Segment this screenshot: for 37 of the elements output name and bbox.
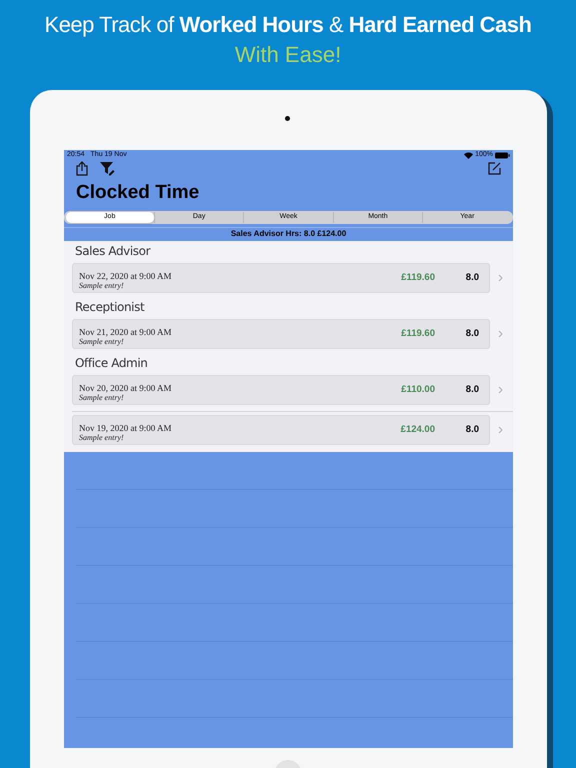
time-entry-row[interactable]: Nov 21, 2020 at 9:00 AM Sample entry! £119.60 8.0 bbox=[72, 319, 490, 349]
entry-hours: 8.0 bbox=[464, 382, 479, 397]
entry-note: Sample entry! bbox=[79, 280, 125, 290]
entry-date: Nov 20, 2020 at 9:00 AM bbox=[79, 382, 173, 392]
time-entry-row[interactable]: Nov 22, 2020 at 9:00 AM Sample entry! £119.60 8.0 bbox=[72, 263, 490, 293]
chevron-icon bbox=[498, 386, 503, 394]
share-icon[interactable] bbox=[76, 160, 88, 176]
time-entry-row[interactable]: Nov 19, 2020 at 9:00 AM Sample entry! £124.00 8.0 bbox=[72, 415, 490, 445]
chevron-icon bbox=[498, 274, 503, 282]
entry-hours: 8.0 bbox=[464, 326, 479, 341]
wifi-icon bbox=[464, 152, 474, 159]
filter-icon[interactable] bbox=[100, 160, 115, 176]
entry-hours: 8.0 bbox=[464, 270, 479, 285]
entry-date: Nov 21, 2020 at 9:00 AM bbox=[79, 326, 173, 336]
compose-icon[interactable] bbox=[488, 162, 501, 174]
entry-amount: £124.00 bbox=[400, 422, 435, 437]
battery-icon bbox=[495, 152, 510, 159]
entry-hours: 8.0 bbox=[464, 422, 479, 437]
entry-amount: £110.00 bbox=[400, 382, 435, 397]
section-header: Sales Advisor bbox=[74, 243, 152, 259]
headline: Keep Track of Worked Hours & Hard Earned Cash bbox=[44, 11, 532, 39]
chevron-icon bbox=[498, 330, 503, 338]
entry-note: Sample entry! bbox=[79, 336, 125, 346]
summary-bar: Sales Advisor Hrs: 8.0 £124.00 bbox=[64, 227, 513, 239]
entry-amount: £119.60 bbox=[400, 326, 435, 341]
entry-date: Nov 22, 2020 at 9:00 AM bbox=[79, 270, 173, 280]
entry-note: Sample entry! bbox=[79, 432, 125, 442]
entry-amount: £119.60 bbox=[400, 270, 435, 285]
section-header: Receptionist bbox=[74, 299, 146, 315]
entry-note: Sample entry! bbox=[79, 392, 125, 402]
chevron-icon bbox=[498, 426, 503, 434]
page-title: Clocked Time bbox=[75, 180, 200, 204]
camera-icon bbox=[285, 116, 290, 121]
section-header: Office Admin bbox=[74, 355, 148, 371]
entry-date: Nov 19, 2020 at 9:00 AM bbox=[79, 422, 173, 432]
headline-subtitle: With Ease! bbox=[234, 41, 342, 69]
time-entry-row[interactable]: Nov 20, 2020 at 9:00 AM Sample entry! £110.00 8.0 bbox=[72, 375, 490, 405]
